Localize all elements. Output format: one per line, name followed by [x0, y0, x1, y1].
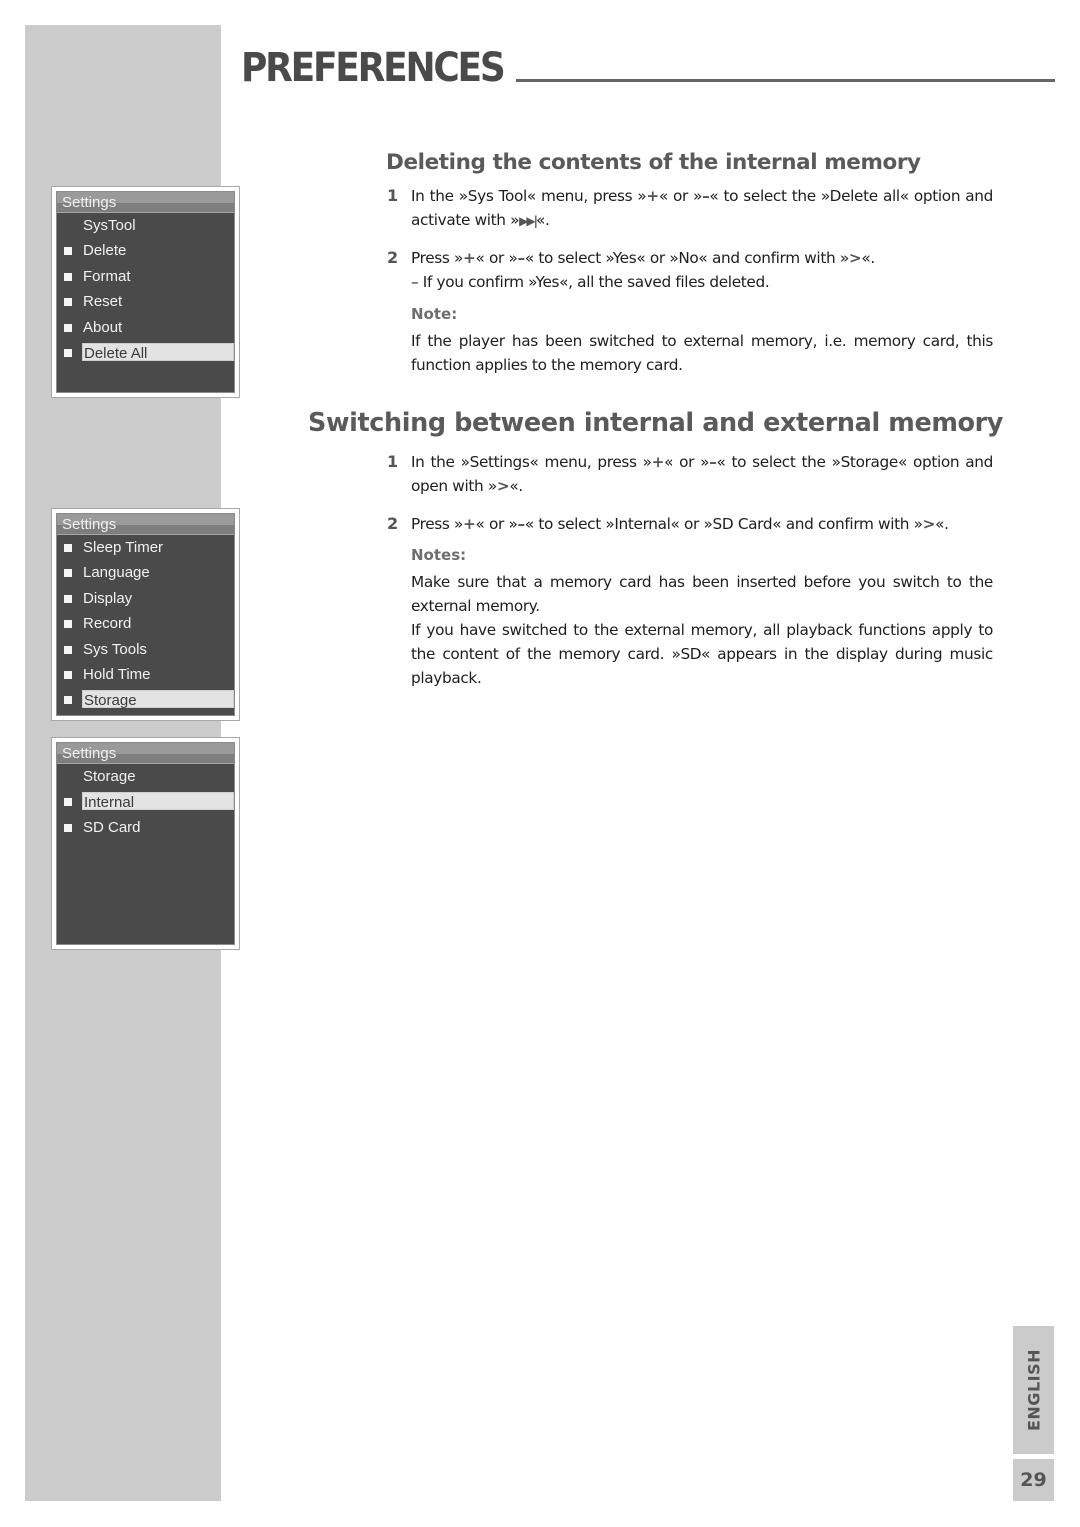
language-label: ENGLISH — [1024, 1348, 1043, 1432]
menu-item-language[interactable]: Language — [57, 560, 234, 585]
menu-item-systool[interactable]: SysTool — [57, 213, 234, 238]
bullet-square-icon — [64, 798, 72, 807]
skip-forward-icon: ▶▶| — [519, 214, 538, 228]
menu-list: SysTool Delete Format Reset About Delete All — [57, 213, 234, 365]
notes-label: Notes: — [411, 546, 467, 564]
bullet-square-icon — [64, 298, 72, 307]
bullet-square-icon — [64, 247, 72, 256]
menu-item-label: Display — [83, 589, 133, 607]
menu-item-label: Storage — [83, 768, 136, 785]
bullet-square-icon — [64, 272, 72, 281]
menu-screen: Settings Sleep Timer Language Display Recor… — [56, 513, 235, 716]
menu-header: Settings — [57, 514, 234, 535]
menu-screen: Settings SysTool Delete Format Reset About De… — [56, 191, 235, 393]
menu-item-format[interactable]: Format — [57, 264, 234, 289]
title-rule — [516, 79, 1055, 82]
menu-item-hold-time[interactable]: Hold Time — [57, 662, 234, 687]
menu-item-label: Hold Time — [83, 665, 151, 683]
bullet-square-icon — [64, 323, 72, 332]
note-text: If the player has been switched to exter… — [411, 332, 993, 374]
plus-key-icon: + — [463, 515, 476, 533]
menu-screen-storage: Settings Storage Internal SD Card — [51, 737, 240, 950]
chevron-right-icon: > — [496, 477, 510, 495]
menu-item-display[interactable]: Display — [57, 586, 234, 611]
bullet-square-icon — [64, 348, 72, 357]
menu-item-record[interactable]: Record — [57, 611, 234, 636]
page-number: 29 — [1013, 1459, 1054, 1501]
language-tab: ENGLISH — [1013, 1326, 1054, 1454]
menu-screen-settings: Settings Sleep Timer Language Display Recor… — [51, 508, 240, 721]
page-title: PREFERENCES — [241, 45, 506, 91]
menu-item-label: Record — [83, 615, 132, 633]
menu-item-delete[interactable]: Delete — [57, 238, 234, 263]
menu-item-storage[interactable]: Storage — [57, 764, 234, 789]
menu-item-label: Sleep Timer — [83, 539, 164, 556]
bullet-square-icon — [64, 696, 72, 705]
menu-item-label: Language — [83, 564, 150, 582]
menu-item-sys-tools[interactable]: Sys Tools — [57, 637, 234, 662]
plus-key-icon: + — [651, 453, 665, 471]
note-label: Note: — [411, 305, 458, 323]
menu-item-label: SysTool — [83, 217, 136, 234]
menu-screen: Settings Storage Internal SD Card — [56, 742, 235, 945]
bullet-square-icon — [64, 620, 72, 629]
section-heading-delete: Deleting the contents of the internal me… — [386, 150, 921, 175]
bullet-square-icon — [64, 569, 72, 578]
menu-header: Settings — [57, 743, 234, 764]
menu-item-sd-card[interactable]: SD Card — [57, 815, 234, 840]
step-text: In the »Sys Tool« menu, press »+« or »–«… — [411, 187, 994, 229]
step-number: 2 — [387, 248, 399, 267]
menu-item-sleep-timer[interactable]: Sleep Timer — [57, 535, 234, 560]
note-text: Make sure that a memory card has been in… — [411, 573, 993, 615]
step-number: 1 — [387, 186, 399, 205]
menu-item-label: About — [83, 318, 123, 336]
minus-key-icon: – — [517, 249, 526, 267]
chevron-right-icon: > — [922, 515, 936, 533]
menu-item-label: Delete All — [82, 342, 234, 362]
menu-item-internal[interactable]: Internal — [57, 789, 234, 814]
step-number: 2 — [387, 514, 399, 533]
note-text: If you have switched to the external mem… — [411, 621, 993, 687]
plus-key-icon: + — [646, 187, 659, 205]
menu-item-label: Sys Tools — [83, 640, 147, 658]
bullet-square-icon — [64, 645, 72, 654]
menu-header: Settings — [57, 192, 234, 213]
menu-item-about[interactable]: About — [57, 315, 234, 340]
bullet-square-icon — [64, 670, 72, 679]
menu-item-label: Format — [83, 267, 131, 285]
step-text: In the »Settings« menu, press »+« or »–«… — [411, 453, 994, 495]
menu-item-label: Internal — [82, 792, 234, 811]
chevron-right-icon: > — [848, 249, 862, 267]
menu-item-label: SD Card — [83, 818, 141, 836]
minus-key-icon: – — [517, 515, 526, 533]
step-text: Press »+« or »–« to select »Yes« or »No«… — [411, 249, 875, 267]
step-text: Press »+« or »–« to select »Internal« or… — [411, 515, 949, 533]
section-heading-switch: Switching between internal and external … — [308, 408, 1004, 438]
menu-item-label: Reset — [83, 293, 123, 311]
bullet-square-icon — [64, 594, 72, 603]
step-subtext: – If you confirm »Yes«, all the saved fi… — [411, 273, 770, 291]
bullet-square-icon — [64, 823, 72, 832]
menu-list: Sleep Timer Language Display Record Sys Tool… — [57, 535, 234, 713]
step-number: 1 — [387, 452, 399, 471]
menu-item-delete-all[interactable]: Delete All — [57, 340, 234, 365]
menu-screen-systool: Settings SysTool Delete Format Reset About De… — [51, 186, 240, 398]
menu-list: Storage Internal SD Card — [57, 764, 234, 840]
menu-item-storage[interactable]: Storage — [57, 687, 234, 712]
menu-item-label: Delete — [83, 242, 127, 260]
plus-key-icon: + — [463, 249, 476, 267]
menu-item-reset[interactable]: Reset — [57, 289, 234, 314]
menu-item-label: Storage — [82, 690, 234, 709]
bullet-square-icon — [64, 544, 72, 552]
